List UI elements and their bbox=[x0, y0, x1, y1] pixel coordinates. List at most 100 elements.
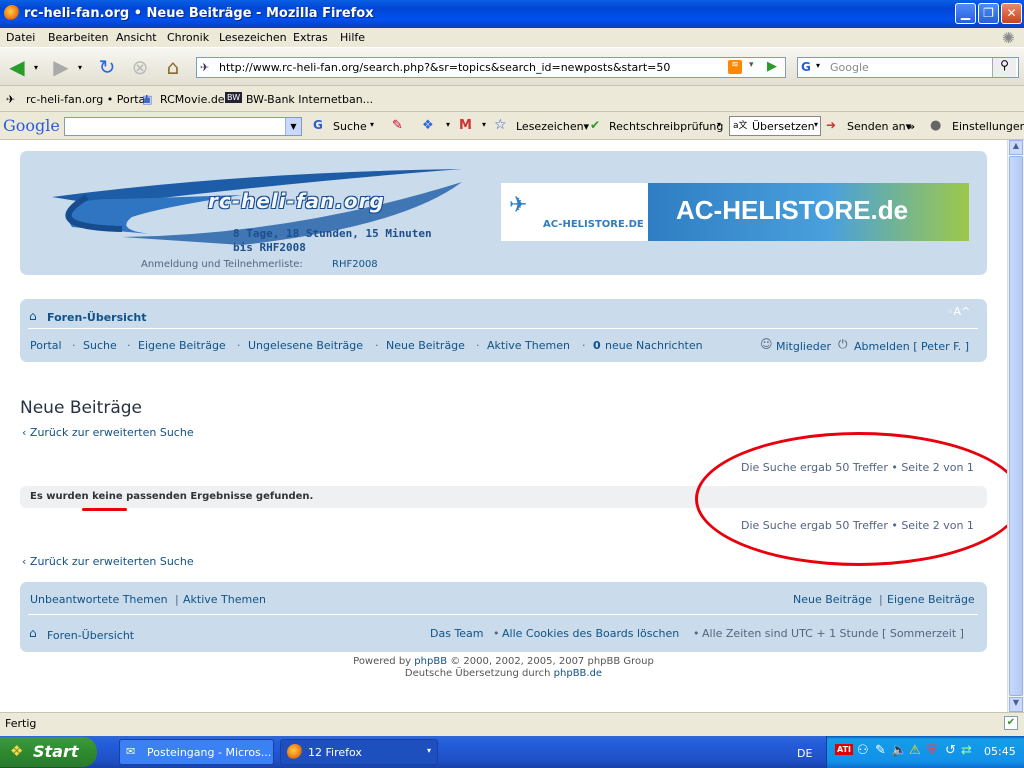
senden-button[interactable]: Senden an▾ bbox=[847, 120, 911, 133]
nav-neue[interactable]: Neue Beiträge bbox=[386, 339, 465, 352]
copyright-line2: Deutsche Übersetzung durch phpBB.de bbox=[404, 668, 603, 679]
gadgets-dropdown-icon[interactable]: ▾ bbox=[446, 120, 450, 129]
lesezeichen-button[interactable]: Lesezeichen▾ bbox=[516, 120, 589, 133]
footer-aktive[interactable]: Aktive Themen bbox=[183, 593, 266, 606]
gmail-dropdown-icon[interactable]: ▾ bbox=[482, 120, 486, 129]
suche-button[interactable]: Suche bbox=[333, 120, 367, 133]
gmail-icon[interactable]: M bbox=[459, 118, 472, 133]
menu-ansicht[interactable]: Ansicht bbox=[116, 31, 157, 44]
bookmark-rcheli[interactable]: rc-heli-fan.org • Portal bbox=[26, 93, 148, 106]
highlight-icon[interactable]: ✎ bbox=[392, 118, 403, 133]
pen-icon[interactable]: ✎ bbox=[875, 743, 886, 758]
footer-cookies[interactable]: Alle Cookies des Boards löschen bbox=[502, 627, 679, 640]
forward-icon[interactable]: ▶ bbox=[48, 55, 74, 79]
phpbb-link[interactable]: phpBB bbox=[414, 656, 447, 667]
back-dropdown-icon[interactable]: ▾ bbox=[30, 55, 42, 79]
google-engine-icon[interactable]: G bbox=[801, 60, 811, 74]
start-button[interactable]: ❖ Start bbox=[0, 737, 97, 767]
home-icon[interactable]: ⌂ bbox=[160, 55, 186, 79]
abmelden-link[interactable]: Abmelden [ Peter F. ] bbox=[854, 340, 969, 353]
more-chevron[interactable]: » bbox=[908, 120, 915, 133]
maximize-button[interactable]: ❐ bbox=[978, 3, 999, 24]
menu-extras[interactable]: Extras bbox=[293, 31, 328, 44]
nav-portal[interactable]: Portal bbox=[30, 339, 62, 352]
scroll-thumb[interactable] bbox=[1009, 156, 1023, 696]
google-logo[interactable]: Google bbox=[3, 116, 60, 135]
phpbbde-link[interactable]: phpBB.de bbox=[554, 668, 602, 679]
engine-dropdown-icon[interactable]: ▾ bbox=[816, 61, 820, 70]
sync-icon[interactable]: ⇄ bbox=[961, 743, 972, 758]
security-icon[interactable]: ⚠ bbox=[909, 743, 921, 758]
update-icon[interactable]: ↺ bbox=[945, 743, 956, 758]
anmeldung-link[interactable]: RHF2008 bbox=[332, 259, 378, 270]
task-posteingang[interactable]: ✉ Posteingang - Micros... bbox=[119, 739, 274, 765]
search-input[interactable]: G ▾ Google ⚲ bbox=[797, 57, 1019, 78]
footer-sep: | bbox=[175, 593, 179, 606]
rechtschreib-button[interactable]: Rechtschreibprüfung bbox=[609, 120, 723, 133]
title-bar[interactable]: rc-heli-fan.org • Neue Beiträge - Mozill… bbox=[0, 0, 1024, 28]
back-icon[interactable]: ◀ bbox=[4, 55, 30, 79]
msgs-count[interactable]: 0 bbox=[593, 339, 601, 352]
rss-icon[interactable]: ≋ bbox=[728, 60, 742, 74]
clock[interactable]: 05:45 bbox=[984, 745, 1016, 758]
dropdown-icon[interactable]: ▼ bbox=[285, 118, 301, 135]
task-firefox[interactable]: 12 Firefox ▾ bbox=[280, 739, 438, 765]
home-icon: ⌂ bbox=[29, 309, 37, 323]
forward-dropdown-icon[interactable]: ▾ bbox=[74, 55, 86, 79]
gadgets-icon[interactable]: ❖ bbox=[422, 118, 434, 133]
firefox-icon bbox=[287, 744, 303, 760]
shield-icon[interactable]: ⛨ bbox=[927, 743, 937, 758]
footer-home[interactable]: Foren-Übersicht bbox=[47, 629, 134, 642]
suche-dropdown-icon[interactable]: ▾ bbox=[370, 120, 374, 129]
vertical-scrollbar[interactable]: ▲ ▼ bbox=[1007, 140, 1024, 712]
menu-lesezeichen[interactable]: Lesezeichen bbox=[219, 31, 287, 44]
back-to-search-top[interactable]: ‹ Zurück zur erweiterten Suche bbox=[22, 426, 194, 439]
footer-unbeantwortet[interactable]: Unbeantwortete Themen bbox=[30, 593, 168, 606]
uebersetzen-label: Übersetzen bbox=[752, 120, 815, 133]
footer-neue[interactable]: Neue Beiträge bbox=[793, 593, 872, 606]
stop-icon[interactable]: ⊗ bbox=[127, 55, 153, 79]
nav-suche[interactable]: Suche bbox=[83, 339, 117, 352]
nav-sep: · bbox=[582, 339, 586, 352]
nav-eigene[interactable]: Eigene Beiträge bbox=[138, 339, 226, 352]
ad-banner[interactable]: ✈ AC-HELISTORE.DE AC-HELISTORE.de bbox=[501, 183, 969, 241]
font-size-control[interactable]: ◦A^ bbox=[947, 305, 970, 318]
task-group-dropdown-icon[interactable]: ▾ bbox=[427, 746, 431, 755]
search-placeholder: Google bbox=[830, 61, 869, 74]
throbber-icon: ✺ bbox=[1002, 29, 1015, 47]
foren-uebersicht-link[interactable]: Foren-Übersicht bbox=[47, 311, 147, 324]
reload-icon[interactable]: ↻ bbox=[94, 55, 120, 79]
einstellungen-button[interactable]: Einstellungen▾ bbox=[952, 120, 1024, 133]
menu-hilfe[interactable]: Hilfe bbox=[340, 31, 365, 44]
go-icon[interactable]: ▶ bbox=[767, 59, 777, 74]
scroll-down-icon[interactable]: ▼ bbox=[1009, 697, 1023, 712]
uebersetzen-dropdown-icon[interactable]: ▾ bbox=[814, 120, 818, 129]
close-button[interactable]: ✕ bbox=[1001, 3, 1022, 24]
bookmark-rcmovie[interactable]: RCMovie.de bbox=[160, 93, 225, 106]
footer-eigene[interactable]: Eigene Beiträge bbox=[887, 593, 975, 606]
google-toolbar-input[interactable]: ▼ bbox=[64, 117, 302, 136]
language-indicator[interactable]: DE bbox=[797, 747, 812, 760]
minimize-button[interactable]: ▁ bbox=[955, 3, 976, 24]
mitglieder-link[interactable]: Mitglieder bbox=[776, 340, 831, 353]
search-icon[interactable]: ⚲ bbox=[992, 58, 1016, 77]
nav-aktive[interactable]: Aktive Themen bbox=[487, 339, 570, 352]
nav-ungelesene[interactable]: Ungelesene Beiträge bbox=[248, 339, 363, 352]
volume-icon[interactable]: 🔈 bbox=[891, 743, 907, 758]
page-title: Neue Beiträge bbox=[20, 398, 142, 418]
ati-icon[interactable]: ATI bbox=[835, 744, 854, 755]
menu-datei[interactable]: Datei bbox=[6, 31, 35, 44]
window-title: rc-heli-fan.org • Neue Beiträge - Mozill… bbox=[24, 6, 374, 21]
url-dropdown-icon[interactable]: ▾ bbox=[749, 60, 754, 70]
url-bar[interactable]: ✈ http://www.rc-heli-fan.org/search.php?… bbox=[196, 57, 786, 78]
menu-chronik[interactable]: Chronik bbox=[167, 31, 209, 44]
google-g-icon: G bbox=[313, 118, 323, 132]
back-to-search-bottom[interactable]: ‹ Zurück zur erweiterten Suche bbox=[22, 555, 194, 568]
scroll-up-icon[interactable]: ▲ bbox=[1009, 140, 1023, 155]
msgs-link[interactable]: neue Nachrichten bbox=[605, 339, 703, 352]
menu-bearbeiten[interactable]: Bearbeiten bbox=[48, 31, 108, 44]
rechtschreib-dropdown-icon[interactable]: ▾ bbox=[717, 120, 721, 129]
footer-team[interactable]: Das Team bbox=[430, 627, 484, 640]
network-icon[interactable]: ⚇ bbox=[857, 743, 869, 758]
bookmark-bwbank[interactable]: BW-Bank Internetban... bbox=[246, 93, 373, 106]
